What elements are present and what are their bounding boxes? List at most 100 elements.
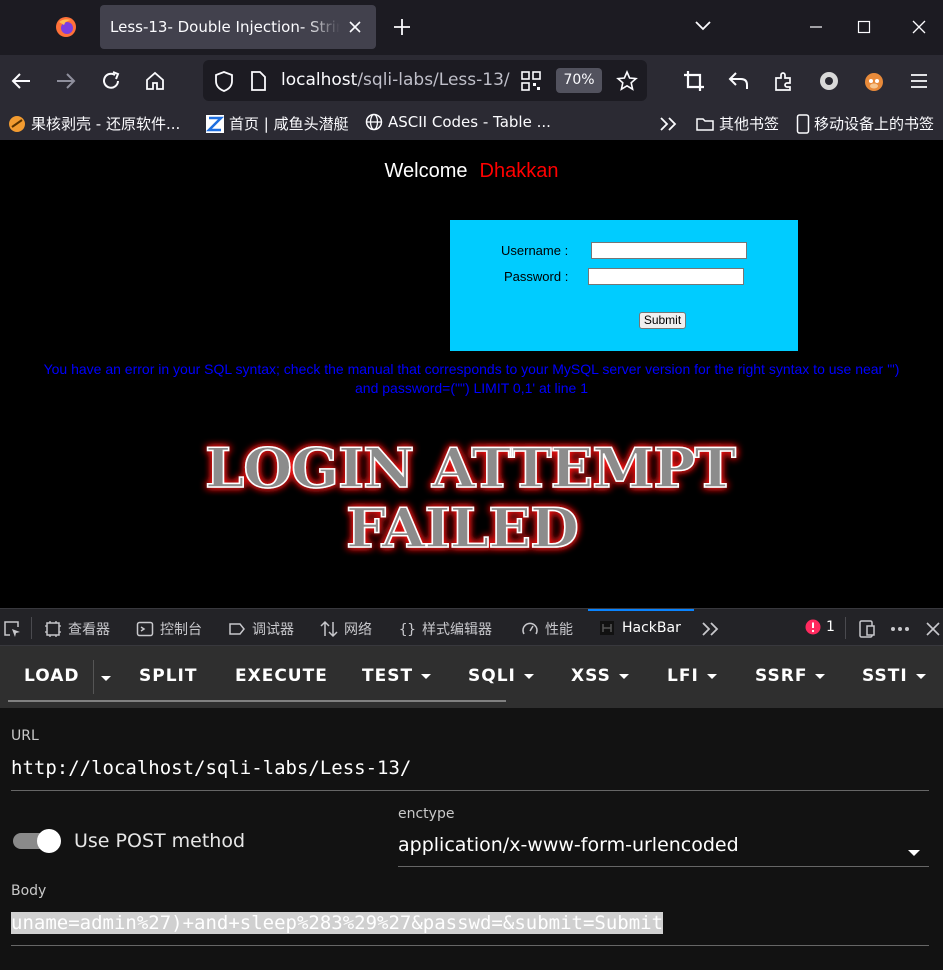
mobile-device-icon <box>794 113 812 134</box>
hackbar-toolbar: LOAD SPLIT EXECUTE TEST SQLI XSS LFI SSR… <box>0 646 943 708</box>
enctype-label: enctype <box>398 806 455 822</box>
curly-braces-icon: {} <box>398 620 416 638</box>
password-label: Password : <box>504 269 569 284</box>
menu-hamburger-icon[interactable] <box>907 69 931 93</box>
url-text[interactable]: localhost/sqli-labs/Less-13/ <box>281 70 510 90</box>
bookmark-label: 其他书签 <box>719 115 780 133</box>
bookmark-star-icon[interactable] <box>615 69 639 93</box>
undo-icon[interactable] <box>727 69 751 93</box>
split-button[interactable]: SPLIT <box>139 666 197 686</box>
load-button[interactable]: LOAD <box>24 666 80 686</box>
tab-debugger[interactable]: 调试器 <box>228 619 294 639</box>
welcome-heading: Welcome Dhakkan <box>0 160 943 183</box>
tab-performance[interactable]: 性能 <box>521 619 573 639</box>
more-bookmarks-chevron-icon[interactable] <box>658 115 678 133</box>
maximize-icon[interactable] <box>854 17 874 37</box>
qr-code-icon[interactable] <box>520 70 542 92</box>
active-tab-indicator <box>588 609 694 611</box>
body-textarea[interactable]: uname=admin%27)+and+sleep%283%29%27&pass… <box>11 912 664 934</box>
tab-hackbar[interactable]: HackBar <box>598 619 681 637</box>
divider <box>31 617 32 639</box>
tab-style-editor[interactable]: {} 样式编辑器 <box>398 619 492 639</box>
element-picker-icon[interactable] <box>2 619 22 639</box>
caret-down-icon <box>421 673 432 679</box>
sqli-menu-button[interactable]: SQLI <box>468 666 534 686</box>
url-input[interactable]: http://localhost/sqli-labs/Less-13/ <box>11 757 411 779</box>
error-line: and password=("") LIMIT 0,1' at line 1 <box>355 380 588 396</box>
responsive-design-icon[interactable] <box>857 619 877 639</box>
error-count-badge[interactable]: 1 <box>805 619 835 635</box>
caret-down-icon <box>618 673 629 679</box>
banner-line-2: FAILED <box>346 496 578 560</box>
enctype-underline <box>398 866 929 867</box>
reload-icon[interactable] <box>99 69 123 93</box>
lfi-menu-button[interactable]: LFI <box>667 666 717 686</box>
zoom-level-badge[interactable]: 70% <box>556 68 602 93</box>
devtools-tab-label: 调试器 <box>252 622 294 638</box>
menu-label: SSTI <box>862 666 908 686</box>
devtools-tab-label: 样式编辑器 <box>422 622 492 638</box>
chevron-down-icon[interactable] <box>693 16 713 36</box>
menu-label: SSRF <box>755 666 808 686</box>
devtools-tab-label: 控制台 <box>160 622 202 638</box>
crop-screenshot-icon[interactable] <box>682 69 706 93</box>
extension-circle-icon[interactable] <box>817 69 841 93</box>
ssti-menu-button[interactable]: SSTI <box>862 666 926 686</box>
load-dropdown-caret-icon[interactable] <box>100 674 112 682</box>
extensions-puzzle-icon[interactable] <box>772 69 796 93</box>
home-icon[interactable] <box>143 69 167 93</box>
error-icon <box>805 619 821 635</box>
devtools-tab-label: 性能 <box>545 622 573 638</box>
svg-text:{}: {} <box>399 622 416 638</box>
url-bar[interactable]: localhost/sqli-labs/Less-13/ 70% <box>203 60 647 101</box>
password-input[interactable] <box>588 268 744 285</box>
navigation-toolbar: localhost/sqli-labs/Less-13/ 70% <box>0 55 943 107</box>
enctype-select[interactable]: application/x-www-form-urlencoded <box>398 834 739 856</box>
toggle-knob <box>37 829 61 853</box>
username-input[interactable] <box>591 242 747 259</box>
bookmark-item[interactable]: ASCII Codes - Table ... <box>365 113 551 131</box>
devtools-tab-label: 查看器 <box>68 622 110 638</box>
devtools-tab-label: HackBar <box>622 620 681 636</box>
shield-icon[interactable] <box>213 70 235 92</box>
bookmark-label: 移动设备上的书签 <box>814 115 935 133</box>
more-tabs-chevron-icon[interactable] <box>700 619 720 639</box>
tab-inspector[interactable]: 查看器 <box>44 619 110 639</box>
other-bookmarks-folder[interactable]: 其他书签 <box>696 113 779 134</box>
divider <box>93 660 94 694</box>
tab-console[interactable]: 控制台 <box>136 619 202 639</box>
minimize-icon[interactable] <box>806 17 826 37</box>
new-tab-plus-icon[interactable] <box>392 16 412 38</box>
network-arrows-icon <box>320 620 338 638</box>
mobile-bookmarks-folder[interactable]: 移动设备上的书签 <box>794 113 934 134</box>
login-failed-banner: LOGIN ATTEMPT FAILED <box>204 435 737 560</box>
url-underline <box>11 790 929 791</box>
body-selected-text: uname=admin%27)+and+sleep%283%29%27&pass… <box>11 912 664 934</box>
test-menu-button[interactable]: TEST <box>362 666 432 686</box>
execute-button[interactable]: EXECUTE <box>235 666 328 686</box>
debugger-icon <box>228 620 246 638</box>
monkey-extension-icon[interactable] <box>862 69 886 93</box>
page-icon[interactable] <box>248 71 268 91</box>
active-tab[interactable]: Less-13- Double Injection- String with t… <box>100 5 376 49</box>
firefox-logo-icon[interactable] <box>55 16 77 38</box>
bookmark-item[interactable]: 首页 | 咸鱼头潜艇 <box>206 113 349 134</box>
caret-down-icon <box>706 673 717 679</box>
dropdown-caret-icon[interactable] <box>908 850 920 856</box>
z-icon <box>206 114 224 133</box>
bookmark-item[interactable]: 果核剥壳 - 还原软件... <box>8 113 180 134</box>
submit-button[interactable]: Submit <box>639 312 686 329</box>
devtools-tab-bar: 查看器 控制台 调试器 网络 {} 样式编辑器 性能 HackBar 1 <box>0 608 943 646</box>
back-arrow-icon[interactable] <box>9 69 33 93</box>
more-options-icon[interactable] <box>889 619 911 639</box>
close-devtools-icon[interactable] <box>923 619 943 639</box>
close-tab-icon[interactable] <box>345 17 365 37</box>
devtools-tab-label: 网络 <box>344 622 372 638</box>
window-close-icon[interactable] <box>909 17 929 37</box>
tab-network[interactable]: 网络 <box>320 619 372 639</box>
login-form: Username : Password : Submit <box>450 220 798 351</box>
menu-label: XSS <box>571 666 611 686</box>
ssrf-menu-button[interactable]: SSRF <box>755 666 826 686</box>
forward-arrow-icon[interactable] <box>54 69 78 93</box>
xss-menu-button[interactable]: XSS <box>571 666 629 686</box>
